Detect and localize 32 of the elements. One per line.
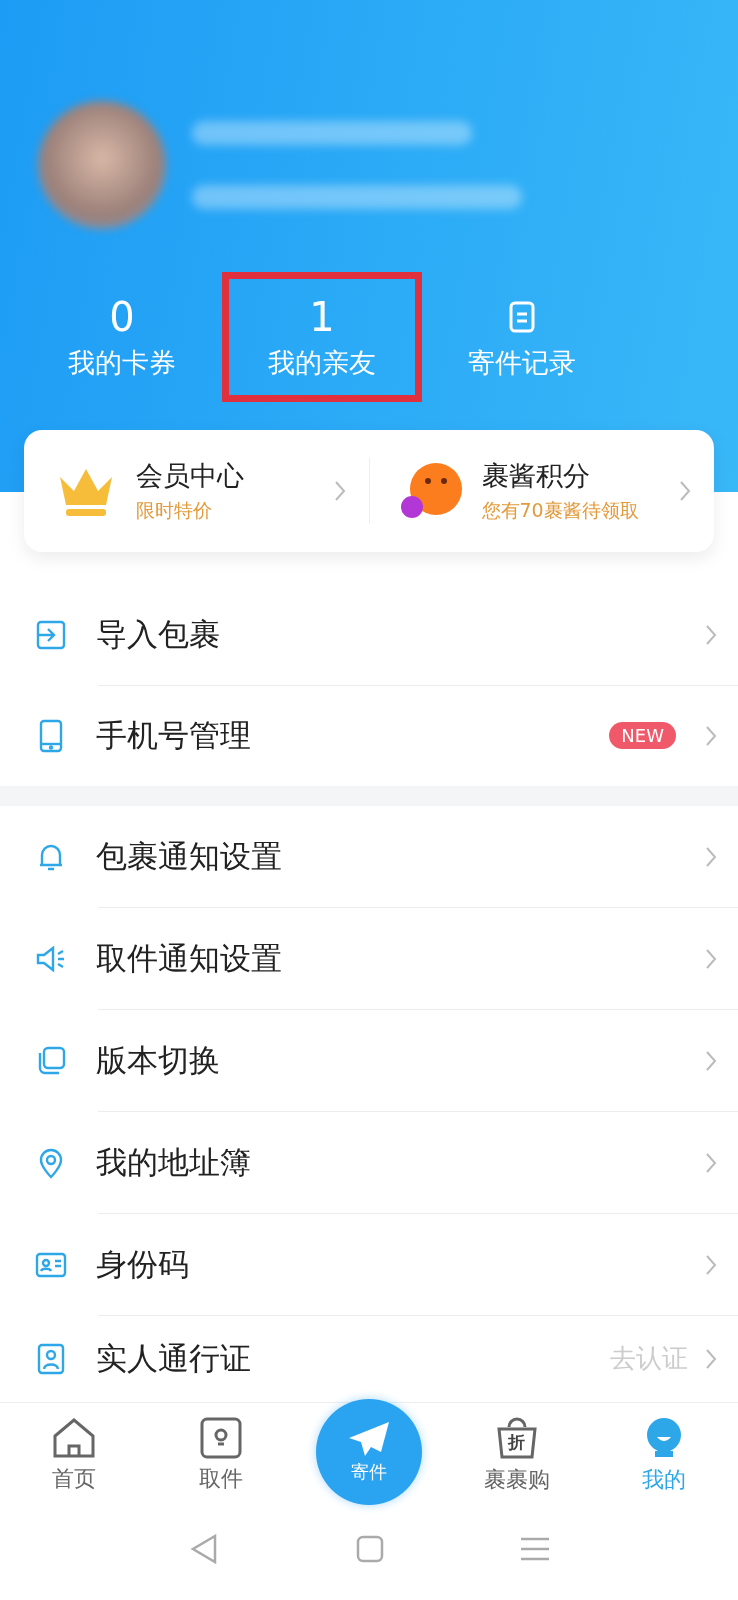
menu-item[interactable]: 取件通知设置 — [0, 907, 738, 1010]
home-nav-icon[interactable] — [355, 1533, 385, 1564]
stat-value: 1 — [309, 293, 335, 341]
tab-item[interactable]: 首页 — [0, 1416, 148, 1495]
promo-title[interactable]: 会员中心 — [136, 457, 315, 494]
tab-item[interactable]: 取件 — [147, 1416, 296, 1495]
promo-title[interactable]: 裹酱积分 — [481, 457, 660, 494]
menu-label: 包裹通知设置 — [96, 836, 283, 876]
stat-label: 我的亲友 — [268, 346, 376, 380]
menu-label: 实人通行证 — [96, 1338, 252, 1378]
menu-item[interactable]: 版本切换 — [0, 1009, 738, 1112]
promo-subtitle: 限时特价 — [136, 497, 213, 523]
menu-label: 身份码 — [96, 1244, 190, 1284]
menu-label: 取件通知设置 — [96, 938, 283, 978]
menu-item[interactable]: 身份码 — [0, 1213, 738, 1316]
new-badge: NEW — [609, 722, 676, 750]
locker-icon — [198, 1416, 245, 1461]
tab-item[interactable]: 折 裹裹购 — [442, 1415, 591, 1496]
menu-label: 版本切换 — [96, 1040, 221, 1080]
menu-label: 手机号管理 — [96, 715, 252, 755]
avatar[interactable] — [38, 101, 166, 229]
bag-glyph: 折 — [508, 1431, 526, 1455]
menu-item[interactable]: 手机号管理 NEW — [0, 685, 738, 786]
stat-label: 我的卡券 — [68, 346, 176, 380]
promo-subtitle: 您有70裹酱待领取 — [481, 497, 640, 523]
menu-item[interactable]: 我的地址簿 — [0, 1111, 738, 1214]
menu-label: 我的地址簿 — [96, 1142, 252, 1182]
stat-value: 0 — [109, 293, 135, 341]
menu-label: 导入包裹 — [96, 614, 221, 654]
menu-item[interactable]: 包裹通知设置 — [0, 805, 738, 908]
stat-label: 寄件记录 — [468, 346, 576, 380]
menu-item[interactable]: 导入包裹 — [0, 583, 738, 686]
